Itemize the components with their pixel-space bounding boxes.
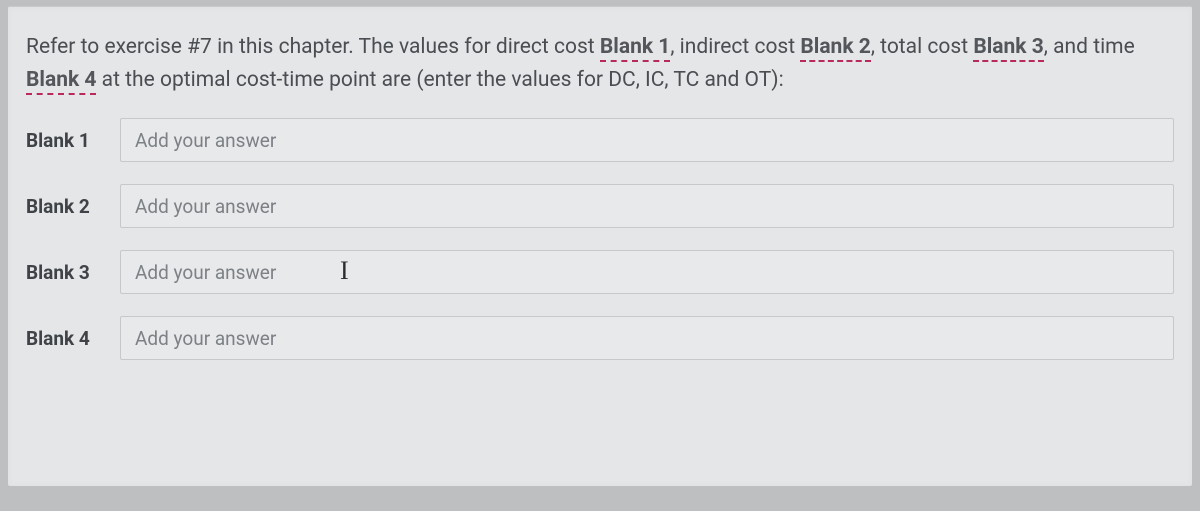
input-wrap-2 [120, 184, 1174, 228]
blank-row-3: Blank 3 I [26, 250, 1174, 294]
blank-input-3[interactable] [120, 250, 1174, 294]
input-wrap-1 [120, 118, 1174, 162]
input-wrap-4 [120, 316, 1174, 360]
prompt-text-5: at the optimal cost-time point are (ente… [96, 68, 783, 92]
prompt-blank-ref-4: Blank 4 [26, 68, 96, 95]
prompt-text-4: , and time [1044, 35, 1135, 59]
prompt-text-3: , total cost [871, 35, 973, 59]
question-prompt: Refer to exercise #7 in this chapter. Th… [26, 31, 1174, 96]
answer-rows: Blank 1 Blank 2 Blank 3 I Blank 4 [26, 118, 1174, 360]
prompt-text-1: Refer to exercise #7 in this chapter. Th… [26, 35, 600, 59]
blank-label-3: Blank 3 [26, 261, 108, 284]
input-wrap-3: I [120, 250, 1174, 294]
prompt-text-2: , indirect cost [670, 35, 800, 59]
blank-label-4: Blank 4 [26, 327, 108, 350]
question-card: Refer to exercise #7 in this chapter. Th… [8, 6, 1192, 486]
blank-label-2: Blank 2 [26, 195, 108, 218]
blank-row-2: Blank 2 [26, 184, 1174, 228]
blank-input-4[interactable] [120, 316, 1174, 360]
blank-row-1: Blank 1 [26, 118, 1174, 162]
blank-input-1[interactable] [120, 118, 1174, 162]
blank-input-2[interactable] [120, 184, 1174, 228]
prompt-blank-ref-1: Blank 1 [600, 35, 670, 62]
prompt-blank-ref-3: Blank 3 [973, 35, 1043, 62]
prompt-blank-ref-2: Blank 2 [800, 35, 870, 62]
blank-label-1: Blank 1 [26, 129, 108, 152]
blank-row-4: Blank 4 [26, 316, 1174, 360]
